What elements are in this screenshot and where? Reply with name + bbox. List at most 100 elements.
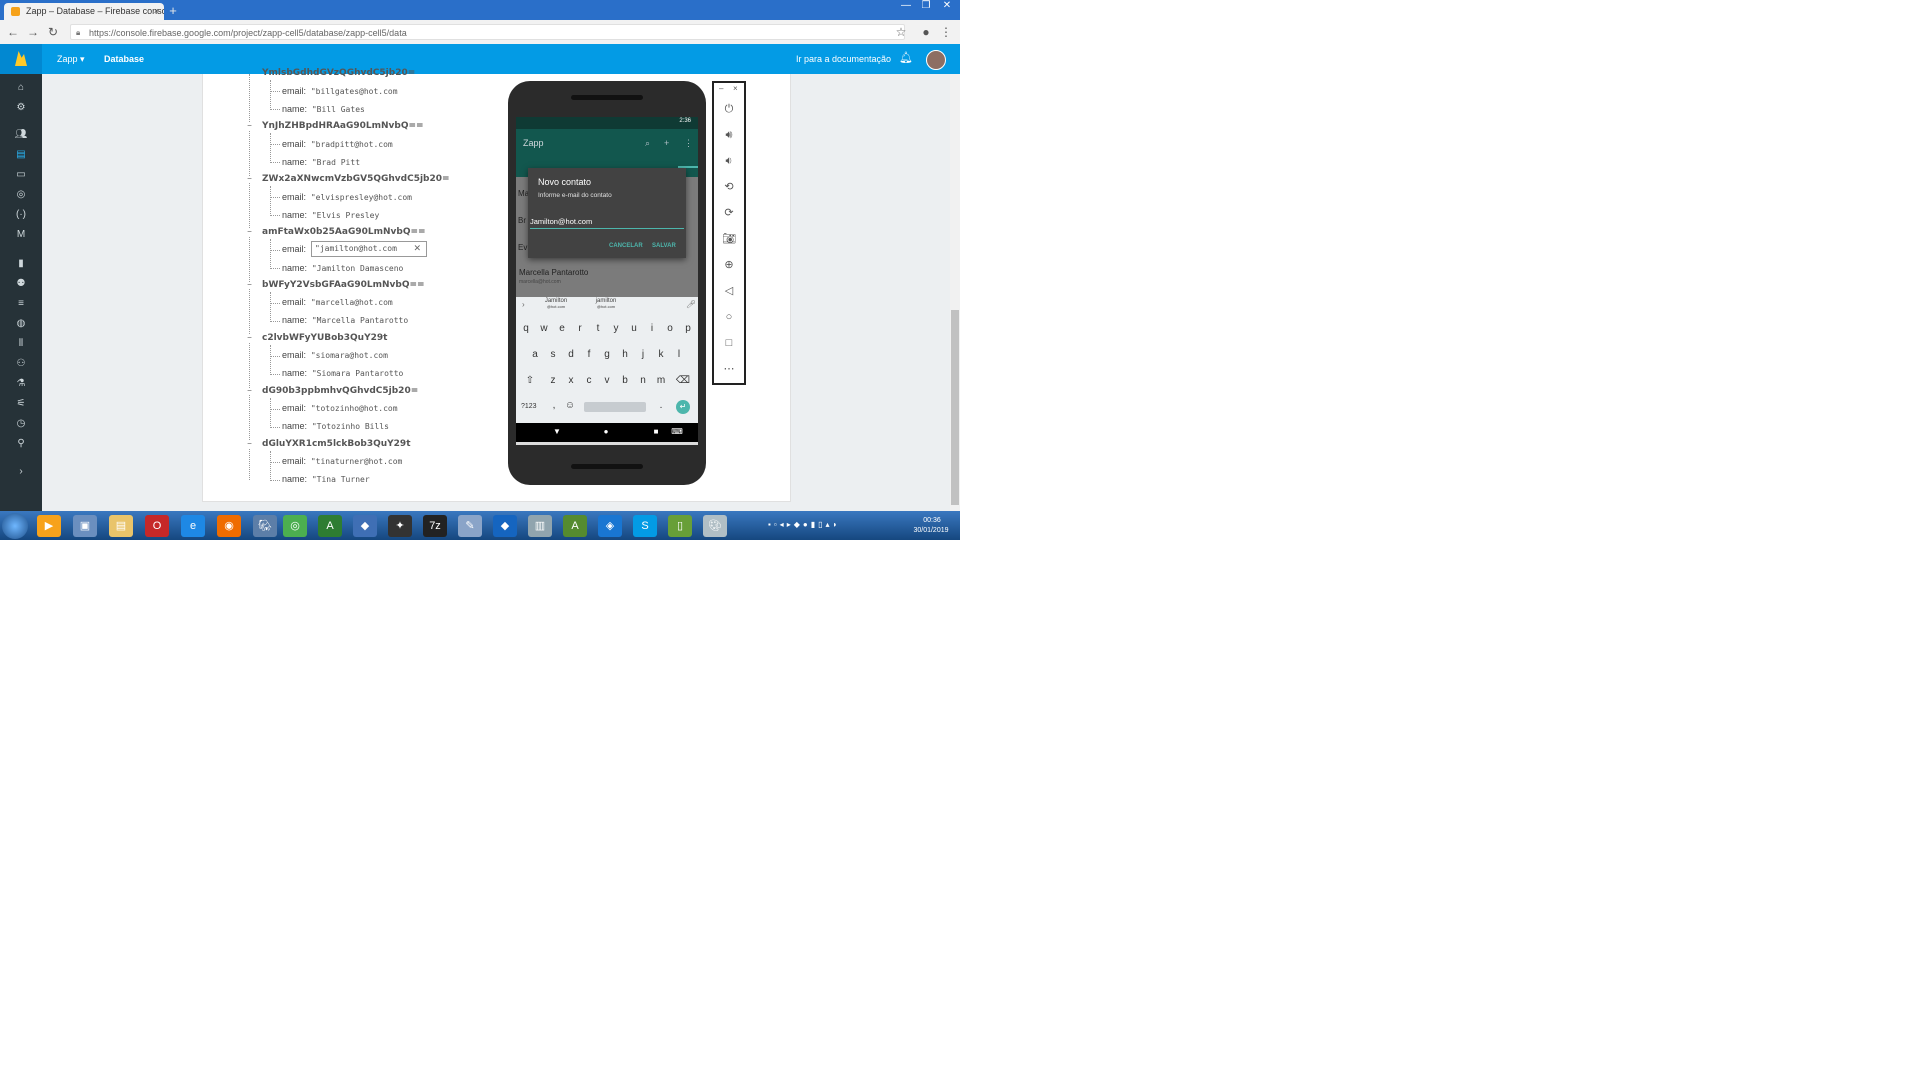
enter-key-icon[interactable]: ↵ [676,400,690,414]
firefox-icon[interactable]: ◉ [217,515,241,537]
key-period[interactable]: . [653,400,669,411]
more-dots-icon[interactable]: ⋯ [719,361,739,377]
db-child-name[interactable]: name: "Brad Pitt [282,157,360,167]
db-child-email[interactable]: email: "tinaturner@hot.com [282,456,402,466]
rotate-right-icon[interactable]: ⟳ [719,205,739,221]
suggestion-expand-icon[interactable]: › [522,300,525,309]
db-child-email[interactable]: email: "bradpitt@hot.com [282,139,393,149]
avatar[interactable] [926,50,946,70]
key-t[interactable]: t [590,323,606,334]
home-circle-icon[interactable]: ○ [719,309,739,325]
chrome-icon[interactable]: ◎ [283,515,307,537]
database-icon[interactable]: ▤ [13,147,29,163]
postgres-icon[interactable]: 🐘︎ [253,515,277,537]
dialog-save-button[interactable]: SALVAR [652,243,676,249]
clock-icon[interactable]: ◷ [13,416,29,432]
key-l[interactable]: l [671,349,687,360]
zoom-icon[interactable]: ⊕ [719,257,739,273]
key-comma[interactable]: , [546,400,562,411]
functions-icon[interactable]: (·) [13,207,29,223]
dynamic-links-icon[interactable]: ⚲ [13,436,29,452]
key-j[interactable]: j [635,349,651,360]
emoji-icon[interactable]: ☺ [562,400,578,411]
collapse-toggle-icon[interactable]: − [246,281,253,289]
suggestion-item[interactable]: jamilton @hot.com [588,298,624,309]
skype-icon[interactable]: S [633,515,657,537]
backspace-icon[interactable]: ⌫ [675,375,691,386]
maximize-button[interactable]: ❐ [917,0,935,14]
db-key[interactable]: dG90b3ppbmhvQGhvdC5jb20= [262,386,418,396]
android-studio-icon[interactable]: A [318,515,342,537]
back-arrow-icon[interactable]: ← [5,24,21,40]
collapse-toggle-icon[interactable]: − [246,175,253,183]
virtualbox-icon[interactable]: ◆ [493,515,517,537]
windows-start-icon[interactable] [2,513,28,539]
app-icon[interactable]: ▣ [73,515,97,537]
db-child-email[interactable]: email: "billgates@hot.com [282,86,398,96]
key-h[interactable]: h [617,349,633,360]
contact-name[interactable]: Ev [518,243,527,252]
volume-down-icon[interactable]: 🔉︎ [719,153,739,169]
notifications-bell-icon[interactable]: 🔔︎ [899,51,913,65]
paint-icon[interactable]: 🎨︎ [703,515,727,537]
camera-icon[interactable]: 📷︎ [719,231,739,247]
db-key[interactable]: YnJhZHBpdHRAaG90LmNvbQ== [262,121,424,131]
scrollbar-thumb[interactable] [951,310,959,505]
settings-gear-icon[interactable]: ⚙ [13,100,29,116]
key-m[interactable]: m [653,375,669,386]
firebase-logo-icon[interactable] [0,44,42,74]
mic-icon[interactable]: 🎤︎ [686,300,696,309]
emulator-minimize-icon[interactable]: – [719,84,723,93]
dialog-email-input[interactable]: Jamilton@hot.com [530,217,684,229]
nav-home-icon[interactable]: ● [600,427,612,436]
db-key[interactable]: YmlsbGdhdGVzQGhvdC5jb20= [262,68,415,78]
key-n[interactable]: n [635,375,651,386]
7zip-icon[interactable]: 7z [423,515,447,537]
key-z[interactable]: z [545,375,561,386]
power-icon[interactable]: ⏻ [719,101,739,117]
expand-chevron-icon[interactable]: › [13,464,29,480]
db-child-name[interactable]: name: "Totozinho Bills [282,421,389,431]
minimize-button[interactable]: — [897,0,915,14]
app-icon[interactable]: ✦ [388,515,412,537]
docs-link[interactable]: Ir para a documentação [796,44,891,74]
file-explorer-icon[interactable]: ▤ [109,515,133,537]
address-bar[interactable]: 🔒︎ https://console.firebase.google.com/p… [70,24,905,40]
audiences-icon[interactable]: ⚇ [13,356,29,372]
db-child-email[interactable]: email: "elvispresley@hot.com [282,192,412,202]
key-r[interactable]: r [572,323,588,334]
db-key[interactable]: ZWx2aXNwcmVzbGV5QGhvdC5jb20= [262,174,450,184]
predictions-icon[interactable]: ⫴ [13,336,29,352]
db-child-name[interactable]: name: "Siomara Pantarotto [282,368,403,378]
key-y[interactable]: y [608,323,624,334]
tab-close-icon[interactable]: × [154,3,159,20]
key-w[interactable]: w [536,323,552,334]
remote-config-icon[interactable]: ⚟ [13,396,29,412]
space-bar[interactable] [584,402,646,412]
db-child-name[interactable]: name: "Tina Turner [282,474,370,484]
close-window-button[interactable]: ✕ [938,0,956,14]
crashlytics-icon[interactable]: ⚉ [13,276,29,292]
collapse-toggle-icon[interactable]: − [246,228,253,236]
key-v[interactable]: v [599,375,615,386]
menu-kebab-icon[interactable]: ⋮ [938,24,954,40]
key-d[interactable]: d [563,349,579,360]
android-icon[interactable]: A [563,515,587,537]
rotate-left-icon[interactable]: ⟲ [719,179,739,195]
nav-hide-keyboard-icon[interactable]: ▼ [551,427,563,436]
notepad-icon[interactable]: ✎ [458,515,482,537]
key-q[interactable]: q [518,323,534,334]
db-child-name[interactable]: name: "Elvis Presley [282,210,379,220]
test-lab-icon[interactable]: ◍ [13,316,29,332]
hosting-icon[interactable]: ◎ [13,187,29,203]
key-c[interactable]: c [581,375,597,386]
collapse-toggle-icon[interactable]: − [246,387,253,395]
media-player-icon[interactable]: ▶ [37,515,61,537]
nav-recents-icon[interactable]: ■ [650,427,662,436]
volume-up-icon[interactable]: 🔊︎ [719,127,739,143]
internet-explorer-icon[interactable]: e [181,515,205,537]
tray-icons[interactable]: ▪▫◂▸◆●▮▯▴◗ [768,520,840,529]
clear-field-icon[interactable]: ✕ [413,243,421,254]
dialog-cancel-button[interactable]: CANCELAR [609,243,643,249]
performance-icon[interactable]: ≡ [13,296,29,312]
